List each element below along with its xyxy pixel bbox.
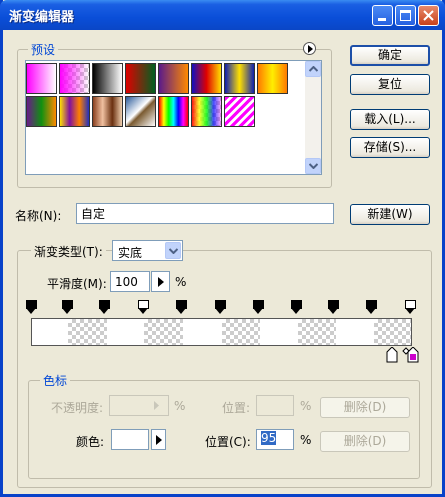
- swatch-magenta-white[interactable]: [26, 63, 57, 94]
- transparent-segment: [144, 319, 183, 345]
- smoothness-label: 平滑度(M):: [47, 277, 107, 291]
- opacity-stop[interactable]: [328, 300, 339, 314]
- opacity-label: 不透明度:: [51, 401, 104, 415]
- opacity-location-input: [256, 395, 294, 416]
- minimize-button[interactable]: [372, 5, 393, 26]
- swatch-magenta-transparent[interactable]: [59, 63, 90, 94]
- presets-label: 预设: [28, 41, 59, 58]
- opacity-stop[interactable]: [405, 300, 416, 314]
- triangle-right-icon: [154, 401, 159, 410]
- swatch-chrome[interactable]: [125, 96, 156, 127]
- opacity-location-label: 位置:: [222, 401, 251, 415]
- opacity-delete-button: 删除(D): [320, 397, 410, 418]
- location-value: 95: [261, 431, 277, 445]
- color-label: 颜色:: [76, 435, 105, 449]
- maximize-icon: [400, 10, 411, 21]
- opacity-stop[interactable]: [62, 300, 73, 314]
- swatch-violet-green-orange[interactable]: [26, 96, 57, 127]
- swatch-orange-yellow-orange[interactable]: [257, 63, 288, 94]
- opacity-unit: %: [174, 399, 186, 413]
- color-stop-selected[interactable]: [407, 347, 419, 363]
- color-stops-label: 色标: [40, 372, 71, 389]
- color-stop-white[interactable]: [386, 347, 398, 363]
- load-button[interactable]: 载入(L)...: [350, 109, 430, 130]
- minimize-icon: [378, 18, 386, 21]
- menu-arrow-icon: [308, 45, 313, 53]
- transparent-segment: [222, 319, 260, 345]
- gradient-type-select[interactable]: 实底: [112, 240, 183, 261]
- new-button[interactable]: 新建(W): [350, 204, 430, 225]
- presets-list[interactable]: [25, 60, 322, 175]
- maximize-button[interactable]: [395, 5, 416, 26]
- smoothness-popup-button[interactable]: [151, 271, 170, 292]
- gradient-type-label: 渐变类型(T):: [31, 243, 106, 260]
- chevron-down-icon: [169, 248, 178, 254]
- dropdown-button[interactable]: [165, 242, 181, 259]
- swatch-blue-yellow-blue[interactable]: [224, 63, 255, 94]
- transparent-segment: [298, 319, 336, 345]
- triangle-right-icon: [156, 435, 162, 445]
- swatch-copper[interactable]: [92, 96, 123, 127]
- swatch-red-green[interactable]: [125, 63, 156, 94]
- color-stops[interactable]: [386, 347, 420, 363]
- smoothness-input[interactable]: [110, 271, 150, 292]
- location-label: 位置(C):: [205, 435, 251, 449]
- opacity-stop[interactable]: [366, 300, 377, 314]
- color-swatch[interactable]: [111, 429, 149, 450]
- swatch-spectrum[interactable]: [158, 96, 189, 127]
- presets-menu-button[interactable]: [303, 42, 316, 55]
- presets-scrollbar[interactable]: [305, 61, 321, 174]
- ok-button[interactable]: 确定: [350, 45, 430, 66]
- reset-button[interactable]: 复位: [350, 74, 430, 95]
- window-title: 渐变编辑器: [9, 10, 75, 25]
- smoothness-unit: %: [175, 275, 187, 289]
- close-icon: [423, 10, 434, 21]
- location-unit: %: [300, 433, 312, 447]
- chevron-up-icon: [309, 66, 318, 72]
- name-label: 名称(N):: [15, 209, 62, 223]
- swatch-violet-orange[interactable]: [158, 63, 189, 94]
- opacity-input: [109, 395, 169, 416]
- opacity-stop[interactable]: [138, 300, 149, 314]
- transparent-segment: [374, 319, 411, 345]
- color-menu-button[interactable]: [151, 429, 166, 450]
- location-input[interactable]: 95: [256, 429, 294, 450]
- opacity-stop[interactable]: [215, 300, 226, 314]
- color-delete-button: 删除(D): [320, 431, 410, 452]
- close-button[interactable]: [418, 5, 439, 26]
- swatch-blue-red-yellow[interactable]: [191, 63, 222, 94]
- opacity-stop[interactable]: [176, 300, 187, 314]
- chevron-down-icon: [309, 163, 318, 169]
- gradient-type-value: 实底: [118, 246, 143, 260]
- swatch-transparent-stripes[interactable]: [224, 96, 255, 127]
- opacity-stop[interactable]: [99, 300, 110, 314]
- color-stops-group: [28, 380, 420, 479]
- opacity-stop[interactable]: [26, 300, 37, 314]
- title-bar: 渐变编辑器: [0, 0, 445, 30]
- transparent-segment: [68, 319, 107, 345]
- swatch-black-white[interactable]: [92, 63, 123, 94]
- swatch-transparent-rainbow[interactable]: [191, 96, 222, 127]
- scroll-up-button[interactable]: [305, 61, 321, 77]
- triangle-right-icon: [158, 277, 164, 287]
- opacity-location-unit: %: [300, 399, 312, 413]
- swatch-yellow-violet-orange-blue[interactable]: [59, 96, 90, 127]
- save-button[interactable]: 存储(S)...: [350, 137, 430, 158]
- scroll-down-button[interactable]: [305, 158, 321, 174]
- gradient-preview-bar[interactable]: [31, 318, 412, 346]
- name-input[interactable]: [76, 203, 334, 224]
- opacity-stop[interactable]: [291, 300, 302, 314]
- opacity-stop[interactable]: [253, 300, 264, 314]
